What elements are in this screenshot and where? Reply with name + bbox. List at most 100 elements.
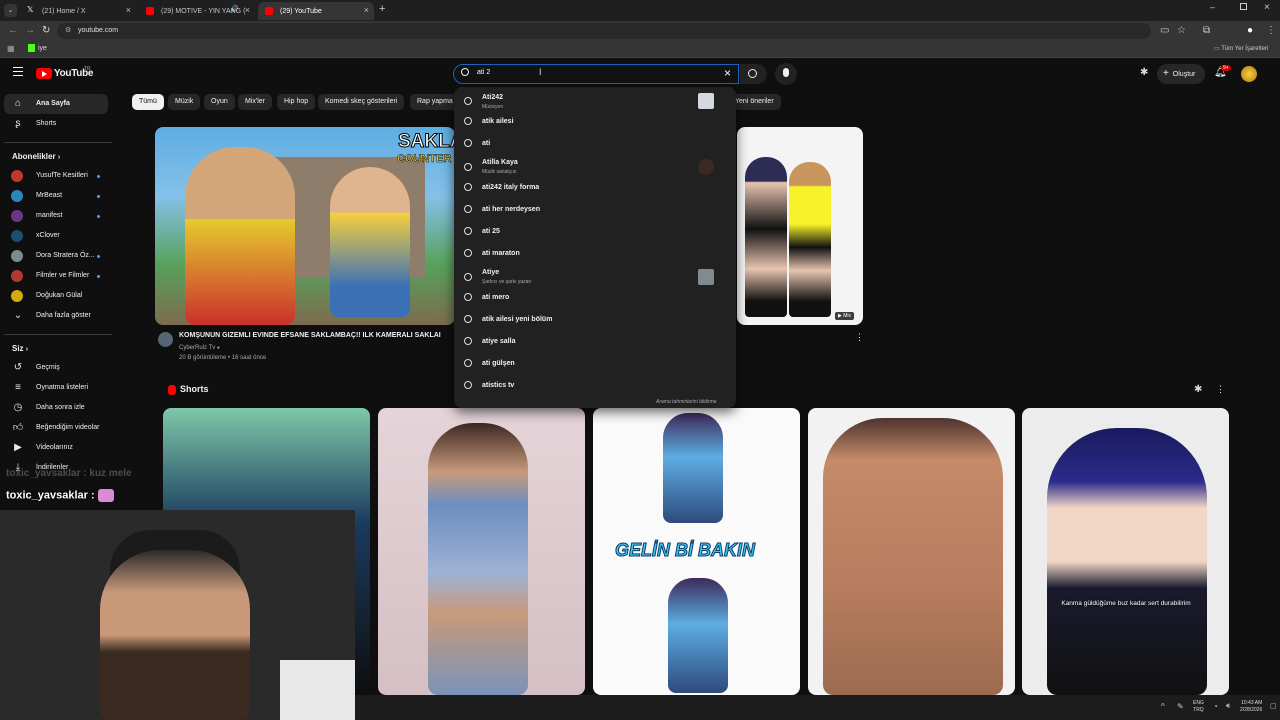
suggestion-item[interactable]: ati 25 — [454, 223, 736, 243]
shorts-settings-icon[interactable]: ✱ — [1194, 384, 1202, 395]
close-window-button[interactable]: × — [1264, 2, 1270, 13]
suggestion-item[interactable]: ati — [454, 135, 736, 155]
mix-badge: ▶ Mix — [835, 312, 855, 320]
avatar[interactable] — [158, 332, 173, 347]
all-bookmarks[interactable]: ▭ Tüm Yer İşaretleri — [1214, 45, 1268, 52]
url-field[interactable]: ⚙ youtube.com — [57, 23, 1151, 39]
tab-list-button[interactable]: ⌄ — [4, 4, 17, 17]
suggestion-item[interactable]: atistics tv — [454, 377, 736, 397]
suggestion-item[interactable]: Ati242 Müzisyen — [454, 90, 736, 112]
wifi-icon[interactable]: ◔ — [1213, 702, 1218, 711]
sidebar-item-shorts[interactable]: ʂ Shorts — [4, 114, 108, 134]
site-info-icon[interactable]: ⚙ — [65, 23, 71, 39]
chip-all[interactable]: Tümü — [132, 94, 164, 110]
browser-tab-bar: ⌄ 𝕏 (21) Home / X × (29) MOTIVE - YIN YA… — [0, 0, 1280, 21]
search-icon — [464, 359, 472, 367]
sidebar-sub-item[interactable]: manifest — [4, 206, 108, 226]
you-heading[interactable]: Siz › — [12, 344, 28, 353]
short-card[interactable] — [808, 408, 1015, 695]
cast-icon[interactable]: ▭ — [1160, 25, 1169, 36]
menu-dots-icon[interactable]: ⋮ — [1266, 25, 1276, 36]
search-input[interactable]: ati 2 I × — [453, 64, 739, 84]
apps-icon[interactable]: ▦ — [7, 44, 15, 53]
clear-search-icon[interactable]: × — [724, 66, 731, 80]
close-icon[interactable]: × — [364, 5, 369, 15]
short-card[interactable]: Kanma güldüğüme buz kadar sert durabilir… — [1022, 408, 1229, 695]
suggestion-item[interactable]: atik ailesi yeni bölüm — [454, 311, 736, 331]
tab-motive[interactable]: (29) MOTIVE - YIN YANG ( 🔊 × — [139, 2, 255, 20]
suggestion-item[interactable]: Atilla Kaya Müzik sanatçısı — [454, 156, 736, 178]
notification-center-icon[interactable]: ▢ — [1270, 702, 1277, 710]
bookmark-star-icon[interactable]: ☆ — [1177, 25, 1186, 36]
sidebar-sub-item[interactable]: YusufTe Kesitleri — [4, 166, 108, 186]
sidebar-item-home[interactable]: ⌂ Ana Sayfa — [4, 94, 108, 114]
sidebar-sub-item[interactable]: Doğukan Gülal — [4, 286, 108, 306]
close-icon[interactable]: × — [245, 5, 250, 15]
voice-search-button[interactable] — [775, 63, 797, 85]
cast-icon[interactable]: ✱ — [1140, 67, 1148, 78]
volume-icon[interactable]: 🔉︎ — [1226, 701, 1231, 711]
person-figure — [185, 147, 295, 325]
suggestion-item[interactable]: ati mero — [454, 289, 736, 309]
tab-x-home[interactable]: 𝕏 (21) Home / X × — [20, 2, 136, 20]
pen-icon[interactable]: ✎ — [1177, 702, 1184, 711]
chevron-up-icon[interactable]: ^ — [1161, 702, 1165, 711]
speaker-icon[interactable]: 🔊 — [230, 5, 239, 13]
mix-thumbnail[interactable]: ▶ Mix — [737, 127, 863, 325]
new-tab-button[interactable]: + — [379, 3, 385, 15]
suggestion-item[interactable]: ati maraton — [454, 245, 736, 265]
person-figure — [789, 162, 831, 317]
report-predictions-link[interactable]: Arama tahminlerini bildirme — [656, 399, 717, 405]
forward-icon[interactable]: → — [25, 25, 35, 36]
bookmark-iye[interactable]: iye — [28, 44, 47, 52]
reload-icon[interactable]: ↻ — [42, 25, 50, 36]
chevron-right-icon: › — [25, 346, 29, 353]
youtube-logo-icon[interactable] — [36, 68, 52, 79]
sidebar-sub-item[interactable]: xClover — [4, 226, 108, 246]
maximize-button[interactable] — [1240, 3, 1247, 10]
subscriptions-heading[interactable]: Abonelikler › — [12, 152, 60, 161]
video-title[interactable]: KOMŞUNUN GİZEMLİ EVİNDE EFSANE SAKLAMBAÇ… — [179, 332, 455, 339]
suggestion-item[interactable]: ati242 italy forma — [454, 179, 736, 199]
extensions-icon[interactable]: ⧉ — [1203, 25, 1210, 36]
sidebar-sub-item[interactable]: Filmler ve Filmler — [4, 266, 108, 286]
avatar[interactable] — [1241, 66, 1257, 82]
chip-hiphop[interactable]: Hip hop — [277, 94, 316, 110]
sidebar-item-watch-later[interactable]: ◷ Daha sonra izle — [4, 398, 108, 418]
channel-name[interactable]: CyberRulz Tv ● — [179, 345, 220, 351]
chip-comedy[interactable]: Komedi skeç gösterileri — [318, 94, 405, 110]
chip-music[interactable]: Müzik — [168, 94, 201, 110]
language-indicator[interactable]: ENG TRQ — [1193, 700, 1204, 714]
short-card[interactable] — [378, 408, 585, 695]
video-thumbnail[interactable]: SAKLA COUNTER — [155, 127, 455, 325]
create-button[interactable]: + Oluştur — [1157, 64, 1205, 84]
tab-youtube[interactable]: (29) YouTube × — [258, 2, 374, 20]
suggestion-item[interactable]: atik ailesi — [454, 113, 736, 133]
sidebar-item-your-videos[interactable]: ▶ Videolarınız — [4, 438, 108, 458]
sidebar-item-playlists[interactable]: ≡ Oynatma listeleri — [4, 378, 108, 398]
chip-gaming[interactable]: Oyun — [204, 94, 235, 110]
show-more-button[interactable]: ⌄ Daha fazla göster — [4, 306, 108, 326]
suggestion-item[interactable]: ati gülşen — [454, 355, 736, 375]
sidebar-item-liked[interactable]: 👍︎ Beğendiğim videolar — [4, 418, 108, 438]
suggestion-item[interactable]: atiye salla — [454, 333, 736, 353]
close-icon[interactable]: × — [126, 5, 131, 15]
minimize-button[interactable]: – — [1210, 2, 1215, 12]
sidebar-sub-item[interactable]: MrBeast — [4, 186, 108, 206]
profile-icon[interactable]: ● — [1247, 25, 1253, 36]
sidebar-sub-item[interactable]: Dora Stratera Öz... — [4, 246, 108, 266]
sidebar-item-history[interactable]: ↺ Geçmiş — [4, 358, 108, 378]
hamburger-menu-icon[interactable] — [13, 67, 23, 76]
more-options-icon[interactable]: ⋮ — [1216, 384, 1225, 395]
back-icon[interactable]: ← — [8, 25, 18, 36]
suggestion-item[interactable]: Atiye Şarkıcı ve şarkı yazarı — [454, 266, 736, 288]
kick-logo-icon — [28, 44, 35, 52]
chip-mixes[interactable]: Mix'ler — [238, 94, 273, 110]
suggestion-item[interactable]: ati her nerdeysen — [454, 201, 736, 221]
chip-rap[interactable]: Rap yapma — [410, 94, 460, 110]
youtube-favicon-icon — [146, 7, 154, 15]
more-options-icon[interactable]: ⋮ — [855, 332, 864, 343]
search-button[interactable] — [740, 64, 767, 84]
short-card[interactable]: GELİN Bİ BAKIN — [593, 408, 800, 695]
clock-display[interactable]: 10:43 AM 2/28/2026 — [1240, 700, 1262, 714]
